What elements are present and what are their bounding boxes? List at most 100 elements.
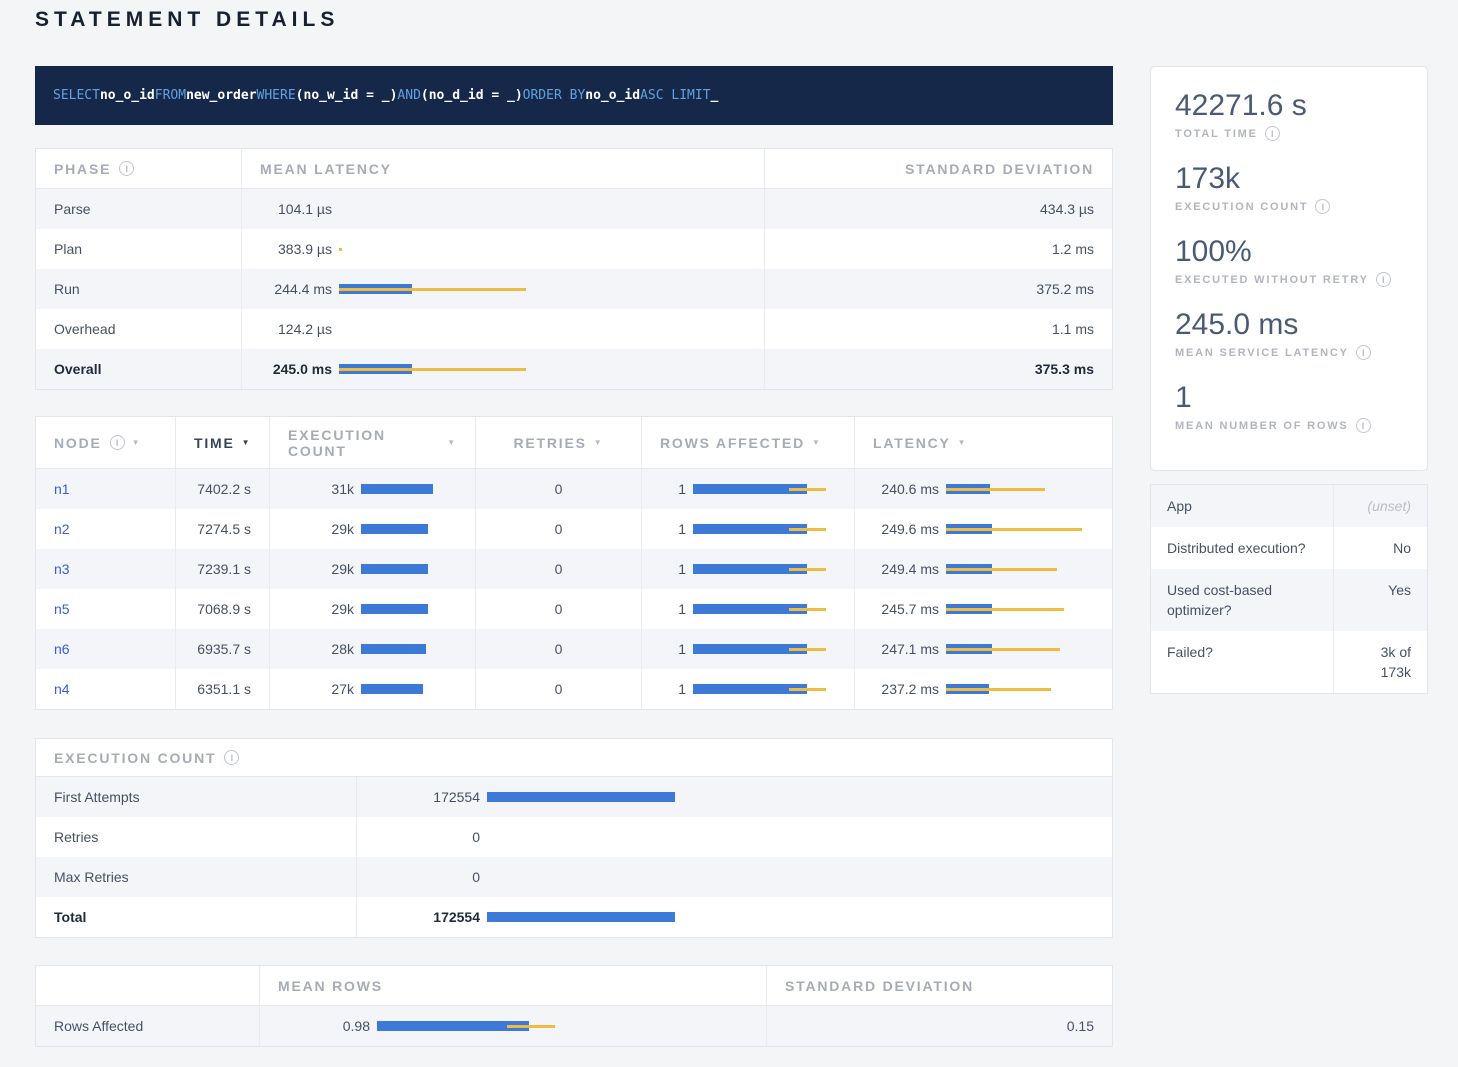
phase-label: Run — [36, 269, 241, 309]
mean-bar — [487, 912, 675, 922]
execution-count-value-cell: 172554 — [356, 897, 1112, 937]
execution-count-row: Total172554 — [36, 897, 1112, 937]
mean-sd-bar-chart — [377, 1021, 748, 1031]
node-cell: n4 — [36, 669, 175, 709]
standard-deviation-value: 375.3 ms — [764, 349, 1112, 389]
sql-keyword: SELECT — [53, 88, 100, 103]
sql-identifier: (no_w_id = _) — [296, 88, 398, 103]
phase-table-body: Parse104.1 µs434.3 µsPlan383.9 µs1.2 msR… — [36, 189, 1112, 389]
execution-count-row: First Attempts172554 — [36, 777, 1112, 817]
node-link[interactable]: n5 — [54, 601, 70, 617]
sort-arrow-icon: ▼ — [132, 438, 142, 447]
mean-bar — [361, 524, 428, 534]
phase-table-row: Parse104.1 µs434.3 µs — [36, 189, 1112, 229]
mean-sd-bar-chart — [946, 604, 1094, 614]
mean-sd-bar-chart — [946, 524, 1094, 534]
mean-rows-column-header: Mean Rows — [259, 966, 766, 1005]
sort-arrow-icon: ▼ — [447, 438, 457, 447]
node-column-header[interactable]: Node i ▼ — [36, 417, 175, 468]
statement-attributes-body: App(unset)Distributed execution?NoUsed c… — [1151, 485, 1427, 693]
time-value: 7402.2 s — [175, 469, 269, 509]
rows-affected-column-header[interactable]: Rows Affected ▼ — [641, 417, 854, 468]
sql-identifier: _ — [711, 88, 719, 103]
mean-rows-value: 0.98 — [278, 1018, 370, 1034]
sql-identifier: no_o_id — [100, 88, 155, 103]
execution-count-cell: 29k — [269, 549, 475, 589]
retries-column-header[interactable]: Retries ▼ — [475, 417, 641, 468]
sql-keyword: WHERE — [257, 88, 296, 103]
info-icon[interactable]: i — [1315, 199, 1330, 214]
info-icon[interactable]: i — [1265, 126, 1280, 141]
node-header-label: Node — [54, 435, 102, 451]
rows-affected-row: Rows Affected0.980.15 — [36, 1006, 1112, 1046]
execution-count-cell: 28k — [269, 629, 475, 669]
execution-count-value: 31k — [288, 481, 354, 497]
attribute-row: App(unset) — [1151, 485, 1427, 527]
info-icon[interactable]: i — [119, 161, 134, 176]
sort-arrow-icon: ▼ — [242, 438, 252, 447]
sort-arrow-icon: ▼ — [594, 438, 604, 447]
time-value: 7274.5 s — [175, 509, 269, 549]
per-node-stats-table: Node i ▼ Time ▼ Execution Count ▼ Retrie… — [35, 416, 1113, 710]
stat-value: 173k — [1175, 162, 1403, 196]
rows-affected-value: 1 — [660, 481, 686, 497]
stat-label-text: Mean Number of Rows — [1175, 420, 1349, 432]
node-link[interactable]: n1 — [54, 481, 70, 497]
phase-label: Overall — [36, 349, 241, 389]
attribute-row: Distributed execution?No — [1151, 527, 1427, 569]
node-table-body: n17402.2 s31k01240.6 msn27274.5 s29k0124… — [36, 469, 1112, 709]
stddev-line — [339, 248, 342, 251]
info-icon[interactable]: i — [1356, 418, 1371, 433]
summary-stat: 42271.6 sTotal Timei — [1175, 89, 1403, 141]
node-link[interactable]: n3 — [54, 561, 70, 577]
attribute-value: (unset) — [1333, 485, 1427, 527]
execution-count-value: 27k — [288, 681, 354, 697]
mean-sd-bar-chart — [693, 644, 836, 654]
execution-count-row: Max Retries0 — [36, 857, 1112, 897]
execution-count-cell: 27k — [269, 669, 475, 709]
mean-bar — [487, 792, 675, 802]
time-column-header[interactable]: Time ▼ — [175, 417, 269, 468]
latency-cell: 247.1 ms — [854, 629, 1112, 669]
mean-sd-bar-chart — [693, 684, 836, 694]
node-table-row: n57068.9 s29k01245.7 ms — [36, 589, 1112, 629]
stat-label: Executed without Retryi — [1175, 272, 1403, 287]
attribute-row: Used cost-based optimizer?Yes — [1151, 569, 1427, 631]
execution-count-cell: 29k — [269, 509, 475, 549]
node-table-row: n46351.1 s27k01237.2 ms — [36, 669, 1112, 709]
stddev-line — [789, 488, 826, 491]
stddev-line — [946, 608, 1064, 611]
stddev-line — [789, 568, 826, 571]
sql-keyword: FROM — [155, 88, 186, 103]
info-icon[interactable]: i — [224, 750, 239, 765]
phase-table-row: Overall245.0 ms375.3 ms — [36, 349, 1112, 389]
mean-latency-cell: 244.4 ms — [241, 269, 764, 309]
standard-deviation-value: 375.2 ms — [764, 269, 1112, 309]
info-icon[interactable]: i — [1376, 272, 1391, 287]
rows-affected-value: 1 — [660, 681, 686, 697]
info-icon[interactable]: i — [1356, 345, 1371, 360]
node-link[interactable]: n4 — [54, 681, 70, 697]
latency-column-header[interactable]: Latency ▼ — [854, 417, 1112, 468]
node-link[interactable]: n2 — [54, 521, 70, 537]
attribute-row: Failed?3k of 173k — [1151, 631, 1427, 693]
phase-table-row: Overhead124.2 µs1.1 ms — [36, 309, 1112, 349]
retries-value: 0 — [475, 509, 641, 549]
mean-sd-bar-chart — [361, 644, 457, 654]
execution-count-value-cell: 172554 — [356, 777, 1112, 817]
rows-affected-cell: 1 — [641, 589, 854, 629]
mean-rows-cell: 0.98 — [259, 1006, 766, 1046]
rows-affected-table-body: Rows Affected0.980.15 — [36, 1006, 1112, 1046]
sql-keyword: ASC LIMIT — [640, 88, 710, 103]
node-link[interactable]: n6 — [54, 641, 70, 657]
stat-label: Total Timei — [1175, 126, 1403, 141]
rows-standard-deviation-value: 0.15 — [766, 1006, 1112, 1046]
phase-label: Plan — [36, 229, 241, 269]
execution-count-row-value: 0 — [375, 869, 480, 885]
info-icon[interactable]: i — [110, 435, 125, 450]
execution-count-column-header[interactable]: Execution Count ▼ — [269, 417, 475, 468]
execution-count-cell: 31k — [269, 469, 475, 509]
execution-count-row-value: 0 — [375, 829, 480, 845]
node-table-row: n66935.7 s28k01247.1 ms — [36, 629, 1112, 669]
statement-details-page: STATEMENT DETAILS SELECT no_o_id FROM ne… — [0, 0, 1458, 1067]
